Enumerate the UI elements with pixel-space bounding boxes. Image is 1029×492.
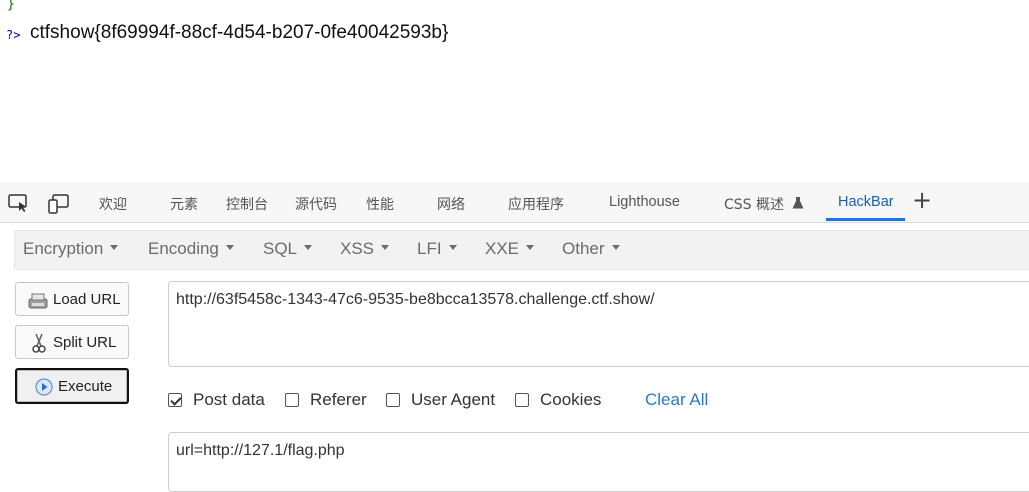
menu-encoding-label: Encoding (148, 239, 219, 258)
active-tab-indicator (826, 218, 905, 221)
tab-application[interactable]: 应用程序 (508, 194, 564, 214)
php-close-tag: ?> (6, 28, 21, 42)
page-output: } ?> ctfshow{8f69994f-88cf-4d54-b207-0fe… (0, 0, 1029, 180)
execute-button[interactable]: Execute (15, 368, 129, 404)
user-agent-checkbox[interactable] (386, 393, 400, 407)
hackbar-menubar: Encryption Encoding SQL XSS LFI XXE Othe… (14, 230, 1029, 270)
menu-sql[interactable]: SQL (263, 239, 313, 259)
caret-down-icon (381, 245, 390, 251)
caret-down-icon (611, 245, 620, 251)
devtools-tabbar: 欢迎 元素 控制台 源代码 性能 网络 应用程序 Lighthouse CSS … (0, 182, 1029, 223)
menu-xss[interactable]: XSS (340, 239, 390, 259)
caret-down-icon (304, 245, 313, 251)
post-data-input[interactable]: url=http://127.1/flag.php (168, 432, 1029, 492)
user-agent-label[interactable]: User Agent (411, 390, 495, 410)
url-input[interactable]: http://63f5458c-1343-47c6-9535-be8bcca13… (168, 281, 1029, 367)
tab-hackbar[interactable]: HackBar (838, 194, 894, 210)
caret-down-icon (110, 245, 119, 251)
clear-all-link[interactable]: Clear All (645, 390, 708, 410)
load-url-label: Load URL (53, 291, 121, 308)
post-data-label[interactable]: Post data (193, 390, 265, 410)
tab-elements[interactable]: 元素 (170, 194, 198, 214)
caret-down-icon (225, 245, 234, 251)
flag-text: ctfshow{8f69994f-88cf-4d54-b207-0fe40042… (30, 22, 449, 43)
tab-console[interactable]: 控制台 (226, 194, 268, 214)
cookies-label[interactable]: Cookies (540, 390, 601, 410)
caret-down-icon (448, 245, 457, 251)
tab-welcome[interactable]: 欢迎 (99, 194, 127, 214)
devtools-panel: 欢迎 元素 控制台 源代码 性能 网络 应用程序 Lighthouse CSS … (0, 182, 1029, 492)
referer-checkbox[interactable] (285, 393, 299, 407)
load-url-button[interactable]: Load URL (15, 282, 129, 316)
menu-encryption[interactable]: Encryption (23, 239, 119, 259)
experiment-flask-icon (792, 196, 804, 214)
load-url-icon (28, 293, 48, 313)
device-toolbar-icon[interactable] (48, 194, 70, 219)
menu-xxe-label: XXE (485, 239, 520, 258)
inspect-element-icon[interactable] (8, 194, 30, 217)
menu-sql-label: SQL (263, 239, 298, 258)
split-url-label: Split URL (53, 334, 117, 351)
add-tab-icon[interactable]: + (912, 186, 932, 214)
tab-network[interactable]: 网络 (437, 194, 465, 214)
tab-sources[interactable]: 源代码 (295, 194, 337, 214)
tab-lighthouse[interactable]: Lighthouse (609, 194, 680, 210)
code-closing-brace: } (7, 0, 15, 12)
post-data-checkbox[interactable] (168, 393, 182, 407)
execute-label: Execute (58, 378, 113, 395)
menu-encryption-label: Encryption (23, 239, 104, 258)
menu-xss-label: XSS (340, 239, 375, 258)
cookies-checkbox[interactable] (515, 393, 529, 407)
menu-other-label: Other (562, 239, 605, 258)
menu-other[interactable]: Other (562, 239, 620, 259)
caret-down-icon (526, 245, 535, 251)
tab-performance[interactable]: 性能 (366, 194, 394, 214)
menu-lfi-label: LFI (417, 239, 442, 258)
menu-encoding[interactable]: Encoding (148, 239, 234, 259)
tab-css-overview-label: CSS 概述 (724, 197, 784, 213)
scissors-icon (32, 333, 46, 357)
referer-label[interactable]: Referer (310, 390, 367, 410)
tab-css-overview[interactable]: CSS 概述 (724, 194, 804, 214)
menu-lfi[interactable]: LFI (417, 239, 457, 259)
menu-xxe[interactable]: XXE (485, 239, 535, 259)
split-url-button[interactable]: Split URL (15, 325, 129, 359)
play-icon (35, 378, 53, 400)
